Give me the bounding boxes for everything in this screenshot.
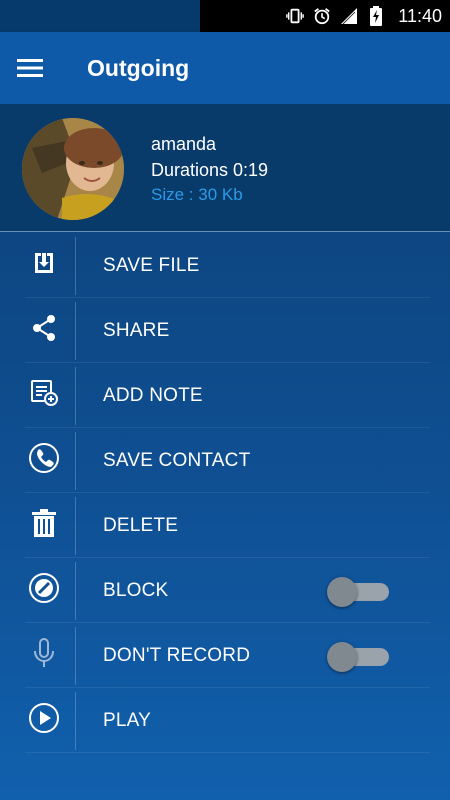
menu-item-block[interactable]: BLOCK	[0, 558, 450, 623]
menu-item-share[interactable]: SHARE	[0, 298, 450, 363]
recording-duration: Durations 0:19	[151, 160, 269, 180]
menu-item-label: SAVE CONTACT	[103, 449, 251, 471]
status-bar-icons: 11:40	[200, 0, 450, 32]
dont-record-toggle[interactable]	[327, 641, 391, 672]
vibrate-icon	[286, 7, 305, 25]
status-bar: 11:40	[0, 0, 450, 32]
signal-icon	[340, 7, 358, 25]
menu-item-dont-record[interactable]: DON'T RECORD	[0, 623, 450, 688]
menu-item-delete[interactable]: DELETE	[0, 493, 450, 558]
alarm-icon	[313, 7, 331, 25]
block-toggle[interactable]	[327, 576, 391, 607]
menu-item-label: SHARE	[103, 319, 170, 341]
contact-avatar	[22, 118, 124, 220]
page-title: Outgoing	[87, 54, 190, 81]
add-note-icon	[29, 378, 59, 413]
menu-item-add-note[interactable]: ADD NOTE	[0, 363, 450, 428]
trash-icon	[31, 508, 57, 543]
contact-name: amanda	[151, 134, 217, 154]
menu-item-label: SAVE FILE	[103, 254, 200, 276]
status-time: 11:40	[398, 5, 442, 26]
menu-item-save-contact[interactable]: SAVE CONTACT	[0, 428, 450, 493]
menu-item-label: PLAY	[103, 709, 151, 731]
app-bar: Outgoing	[0, 32, 450, 104]
action-menu: SAVE FILE SHARE ADD NOTE SAVE CONTACT DE…	[0, 233, 450, 753]
menu-item-label: ADD NOTE	[103, 384, 203, 406]
play-icon	[28, 702, 60, 739]
battery-charging-icon	[367, 6, 385, 26]
menu-item-play[interactable]: PLAY	[0, 688, 450, 753]
share-icon	[31, 314, 57, 347]
menu-item-label: DELETE	[103, 514, 179, 536]
menu-item-save-file[interactable]: SAVE FILE	[0, 233, 450, 298]
recording-size: Size : 30 Kb	[151, 185, 243, 204]
save-file-icon	[31, 250, 57, 281]
menu-item-label: DON'T RECORD	[103, 644, 251, 666]
phone-icon	[28, 442, 60, 479]
block-icon	[28, 572, 60, 609]
menu-item-label: BLOCK	[103, 579, 169, 601]
microphone-icon	[32, 637, 56, 674]
recording-header: amanda Durations 0:19 Size : 30 Kb	[0, 104, 450, 232]
hamburger-menu-icon[interactable]	[0, 32, 60, 104]
